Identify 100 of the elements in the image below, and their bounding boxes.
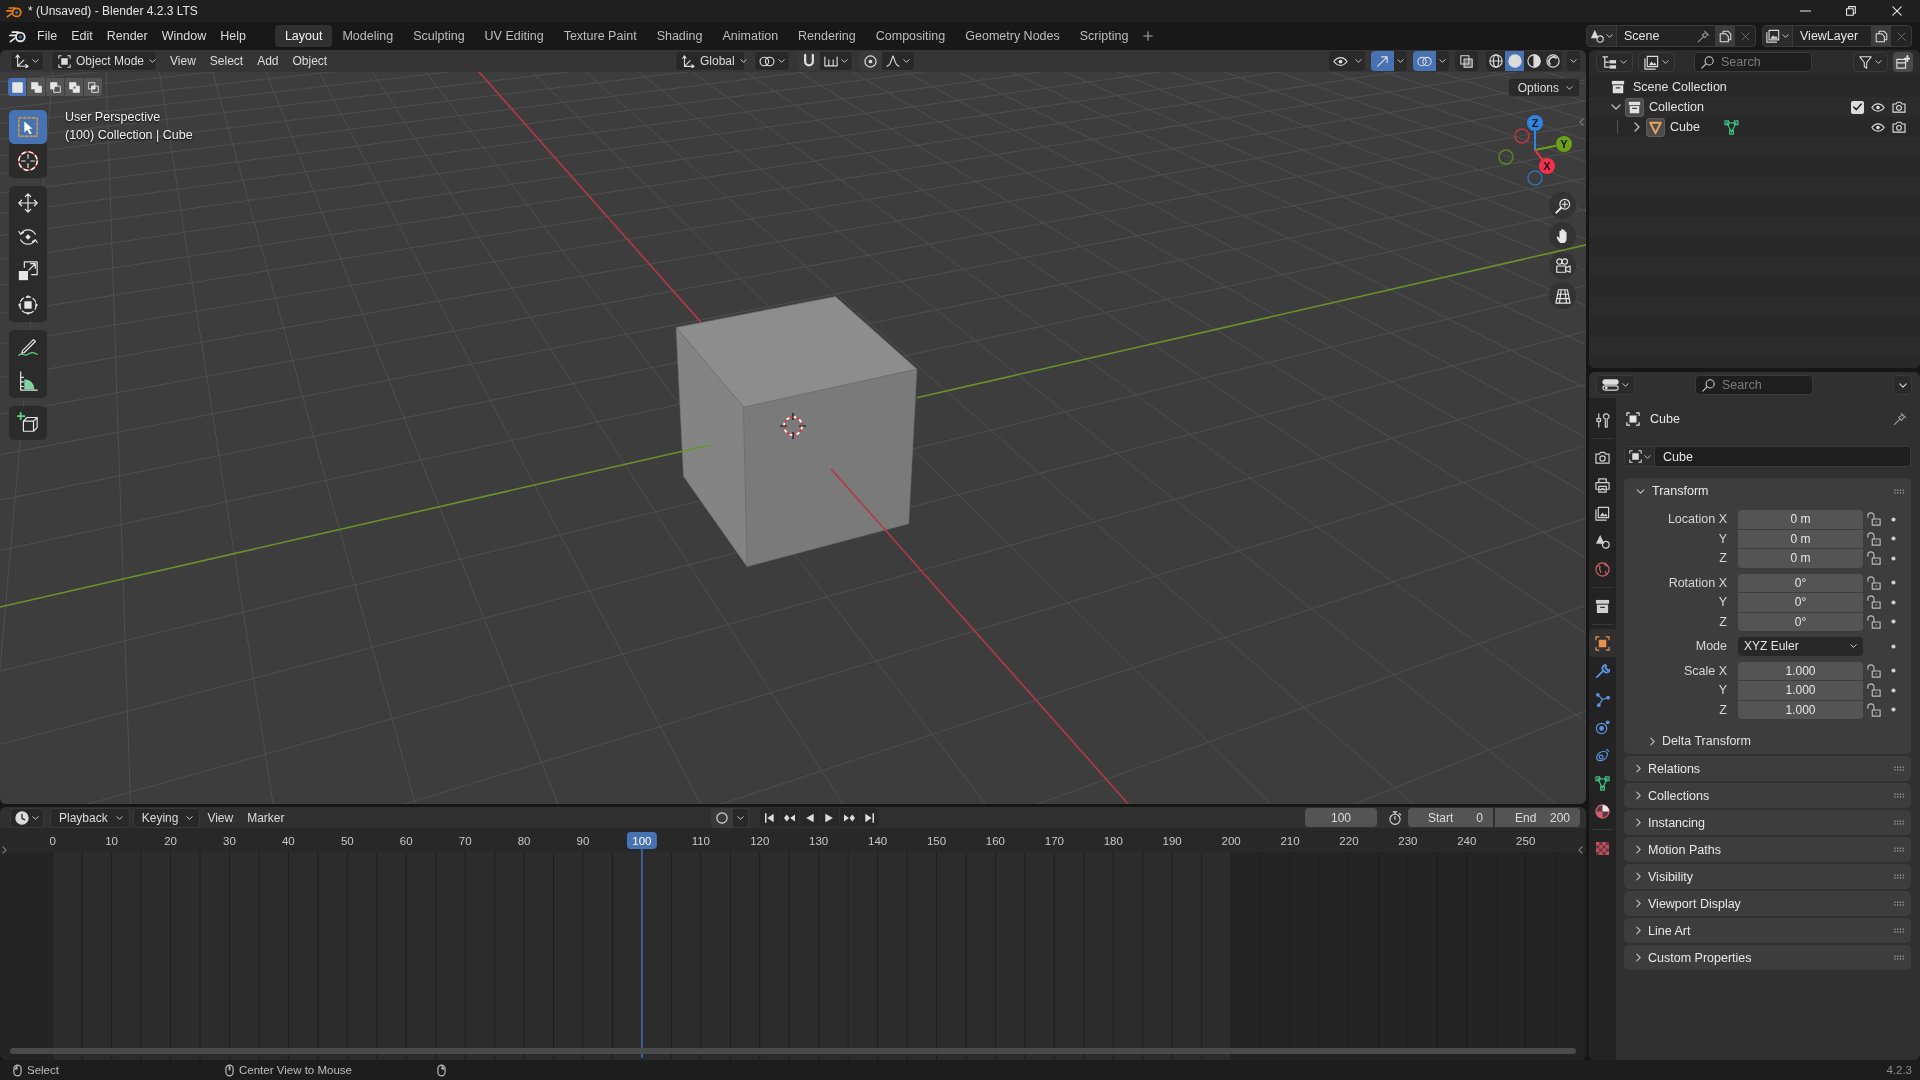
gizmo-toggle[interactable]: [1371, 51, 1394, 71]
menu-item[interactable]: Render: [99, 25, 155, 47]
workspace-tab[interactable]: Geometry Nodes: [955, 25, 1070, 47]
new-scene-button[interactable]: [1715, 26, 1735, 46]
select-mode-button[interactable]: [65, 78, 83, 96]
keyframe-dot-icon[interactable]: [1890, 599, 1896, 605]
axis-ring-icon[interactable]: [1498, 149, 1514, 165]
number-field[interactable]: 1.000: [1738, 661, 1863, 680]
number-field[interactable]: 0°: [1738, 593, 1863, 612]
keyframe-dot-icon[interactable]: [1890, 668, 1896, 674]
number-field[interactable]: 0°: [1738, 612, 1863, 631]
menu-item[interactable]: Window: [154, 25, 214, 47]
selectability-button[interactable]: [1329, 51, 1352, 71]
chevron-left-icon[interactable]: [1579, 118, 1584, 126]
previous-keyframe-button[interactable]: [780, 808, 799, 827]
proportional-edit-toggle[interactable]: [859, 51, 882, 71]
workspace-tab[interactable]: Animation: [712, 25, 789, 47]
keyframe-dot-icon[interactable]: [1890, 643, 1896, 649]
eye-icon[interactable]: [1871, 122, 1885, 132]
falloff-button[interactable]: [882, 51, 915, 71]
padlock-icon[interactable]: [1867, 683, 1881, 698]
options-caret-button[interactable]: [1394, 51, 1407, 71]
search-field[interactable]: Search: [1694, 52, 1812, 72]
panel-header[interactable]: Instancing: [1624, 810, 1911, 835]
options-dropdown[interactable]: Options: [1507, 78, 1580, 97]
properties-tab[interactable]: [1589, 629, 1616, 657]
menu-item[interactable]: View: [200, 807, 241, 828]
padlock-icon[interactable]: [1867, 551, 1881, 566]
tool-button[interactable]: [9, 110, 47, 144]
xray-toggle[interactable]: [1455, 51, 1478, 71]
end-frame-field[interactable]: End 200: [1495, 808, 1580, 827]
camera-view-button[interactable]: [1549, 252, 1576, 279]
number-field[interactable]: 1.000: [1738, 681, 1863, 700]
shading-mode-button[interactable]: [1486, 51, 1505, 71]
axis-handle[interactable]: X: [1539, 158, 1555, 174]
outliner-item[interactable]: Scene Collection: [1633, 80, 1727, 94]
panel-header[interactable]: Transform: [1624, 478, 1911, 504]
workspace-tab[interactable]: Rendering: [788, 25, 866, 47]
keyframe-dot-icon[interactable]: [1890, 580, 1896, 586]
pivot-button[interactable]: [754, 51, 790, 71]
new-view-layer-button[interactable]: [1871, 26, 1891, 46]
select-mode-button[interactable]: [27, 78, 45, 96]
padlock-icon[interactable]: [1867, 702, 1881, 717]
auto-keying-toggle[interactable]: [711, 807, 733, 828]
panel-header[interactable]: Visibility: [1624, 864, 1911, 889]
editor-type-button[interactable]: [1596, 375, 1635, 395]
select-mode-button[interactable]: [8, 78, 26, 96]
editor-type-button[interactable]: [10, 51, 44, 71]
keyframe-dot-icon[interactable]: [1890, 619, 1896, 625]
overlay-toggle[interactable]: [1413, 51, 1436, 71]
new-collection-button[interactable]: [1893, 52, 1913, 72]
view-layer-button[interactable]: [1638, 52, 1675, 72]
3d-viewport[interactable]: User Perspective (100) Collection | Cube Options Z Y X: [0, 72, 1586, 804]
eye-icon[interactable]: [1871, 102, 1885, 112]
outliner-item[interactable]: Cube: [1670, 120, 1700, 134]
keyframe-dot-icon[interactable]: [1890, 536, 1896, 542]
jump-start-button[interactable]: [760, 808, 779, 827]
view-layer-browse-button[interactable]: [1763, 26, 1793, 46]
shading-mode-button[interactable]: [1543, 51, 1562, 71]
blender-logo-icon[interactable]: [9, 29, 26, 43]
current-frame-field[interactable]: 100: [1305, 808, 1377, 827]
keyframe-dot-icon[interactable]: [1890, 516, 1896, 522]
dropdown-menu[interactable]: Keying: [132, 807, 201, 828]
workspace-tab[interactable]: Modeling: [332, 25, 404, 47]
jump-end-button[interactable]: [860, 808, 879, 827]
play-button[interactable]: [820, 808, 839, 827]
workspace-tab[interactable]: Compositing: [865, 25, 956, 47]
panel-header[interactable]: Collections: [1624, 783, 1911, 808]
camera-icon[interactable]: [1892, 121, 1906, 133]
padlock-icon[interactable]: [1867, 663, 1881, 678]
chevron-right-icon[interactable]: [2, 846, 7, 854]
start-frame-field[interactable]: Start 0: [1408, 808, 1493, 827]
number-field[interactable]: 0 m: [1738, 510, 1863, 529]
keyframe-dot-icon[interactable]: [1890, 687, 1896, 693]
select-mode-button[interactable]: [46, 78, 64, 96]
menu-item[interactable]: Select: [202, 51, 251, 71]
outliner-item[interactable]: Collection: [1649, 100, 1704, 114]
playhead-marker[interactable]: 100: [626, 832, 657, 849]
search-field[interactable]: Search: [1695, 375, 1813, 395]
dropdown-menu[interactable]: Playback: [50, 807, 130, 828]
panel-header[interactable]: Motion Paths: [1624, 837, 1911, 862]
panel-header[interactable]: Line Art: [1624, 918, 1911, 943]
number-field[interactable]: 1.000: [1738, 700, 1863, 719]
shading-mode-button[interactable]: [1524, 51, 1543, 71]
play-reverse-button[interactable]: [800, 808, 819, 827]
cube-model[interactable]: [675, 296, 918, 567]
shading-options-button[interactable]: [1567, 51, 1580, 71]
workspace-tab[interactable]: UV Editing: [474, 25, 554, 47]
scene-browse-button[interactable]: [1587, 26, 1617, 46]
menu-item[interactable]: Object: [285, 51, 335, 71]
panel-header[interactable]: Custom Properties: [1624, 945, 1911, 970]
keyframe-dot-icon[interactable]: [1890, 555, 1896, 561]
padlock-icon[interactable]: [1867, 512, 1881, 527]
filter-button[interactable]: [1853, 52, 1888, 72]
mesh-triangle-icon[interactable]: [1723, 119, 1739, 135]
projection-button[interactable]: [1549, 282, 1576, 309]
panel-header[interactable]: Viewport Display: [1624, 891, 1911, 916]
select-mode-button[interactable]: [84, 78, 102, 96]
scene-name-field[interactable]: Scene: [1617, 26, 1715, 46]
workspace-tab[interactable]: Layout: [274, 25, 333, 47]
